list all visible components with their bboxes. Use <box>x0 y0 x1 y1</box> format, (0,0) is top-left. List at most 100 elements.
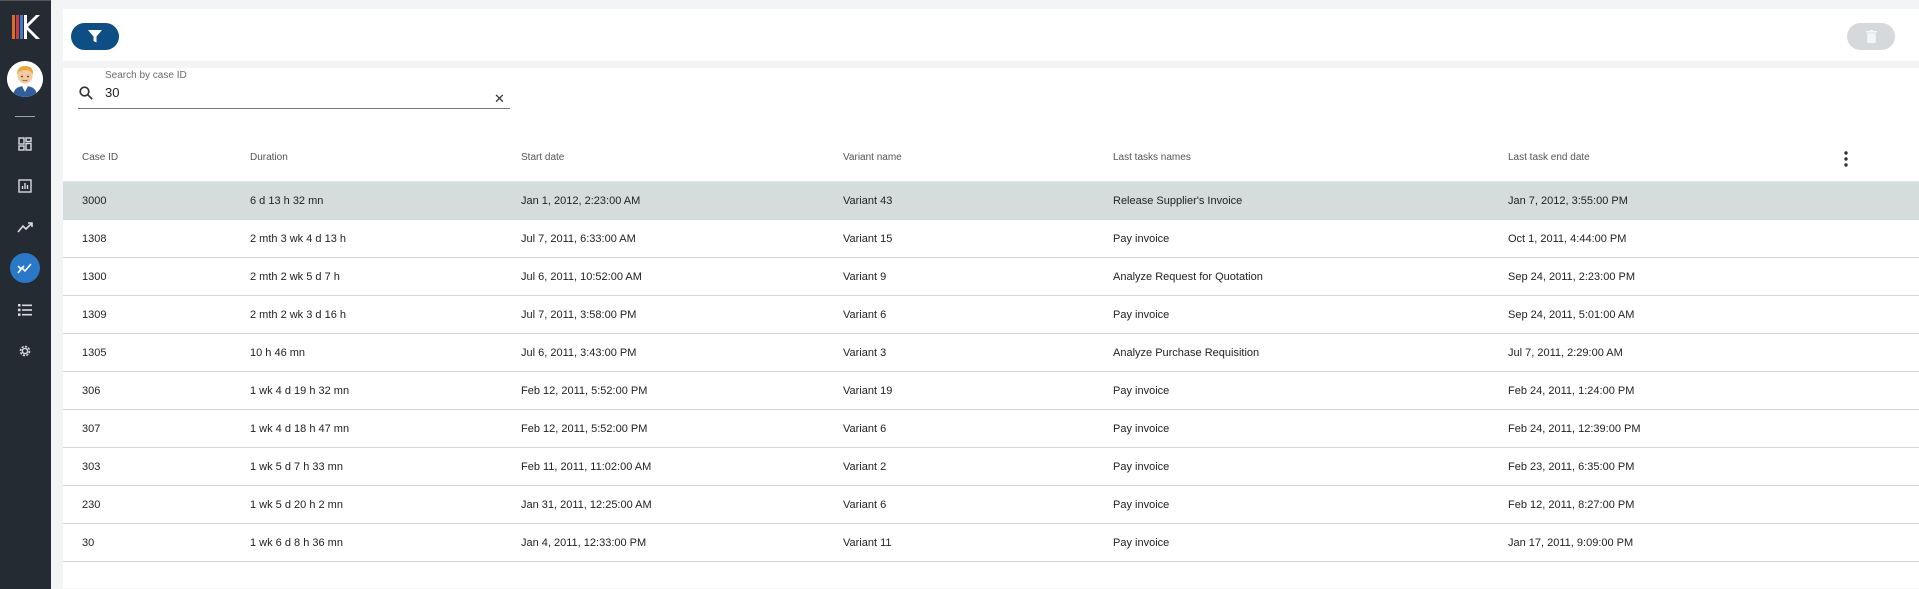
app-logo[interactable] <box>12 13 40 41</box>
cases-panel: Search by case ID ✕ Case ID Duration Sta… <box>63 68 1919 588</box>
cell-last-task-name: Pay invoice <box>1113 309 1170 321</box>
search-icon <box>79 86 93 105</box>
column-header-variant-name[interactable]: Variant name <box>843 152 902 163</box>
cell-duration: 1 wk 4 d 19 h 32 mn <box>250 385 350 397</box>
cell-duration: 1 wk 4 d 18 h 47 mn <box>250 423 350 435</box>
cell-start-date: Jul 7, 2011, 6:33:00 AM <box>521 233 636 245</box>
filter-icon <box>88 30 102 43</box>
cell-last-task-end-date: Sep 24, 2011, 2:23:00 PM <box>1508 271 1635 283</box>
search-underline <box>78 108 510 109</box>
table-row[interactable]: 30 1 wk 6 d 8 h 36 mn Jan 4, 2011, 12:33:0… <box>63 524 1919 562</box>
cell-last-task-end-date: Jul 7, 2011, 2:29:00 AM <box>1508 347 1623 359</box>
cell-case-id: 307 <box>82 423 101 435</box>
table-row[interactable]: 1300 2 mth 2 wk 5 d 7 h Jul 6, 2011, 10:52… <box>63 258 1919 296</box>
table-body: 3000 6 d 13 h 32 mn Jan 1, 2012, 2:23:00 A… <box>63 182 1919 562</box>
cell-case-id: 30 <box>82 537 95 549</box>
list-icon[interactable] <box>10 295 40 325</box>
table-header: Case ID Duration Start date Variant name… <box>63 138 1919 182</box>
cell-duration: 6 d 13 h 32 mn <box>250 195 324 207</box>
cell-start-date: Feb 11, 2011, 11:02:00 AM <box>521 461 652 473</box>
cell-variant-name: Variant 43 <box>843 195 893 207</box>
filter-button[interactable] <box>71 23 119 50</box>
cell-variant-name: Variant 9 <box>843 271 887 283</box>
cell-duration: 1 wk 5 d 20 h 2 mn <box>250 499 343 511</box>
column-header-case-id[interactable]: Case ID <box>82 152 118 163</box>
sidebar-divider <box>15 116 35 117</box>
main-area: Search by case ID ✕ Case ID Duration Sta… <box>51 0 1919 588</box>
column-header-last-tasks-names[interactable]: Last tasks names <box>1113 152 1191 163</box>
search-input[interactable] <box>105 85 445 100</box>
cell-variant-name: Variant 11 <box>843 537 892 549</box>
cell-variant-name: Variant 6 <box>843 499 887 511</box>
cell-start-date: Jul 7, 2011, 3:58:00 PM <box>521 309 637 321</box>
table-row[interactable]: 3000 6 d 13 h 32 mn Jan 1, 2012, 2:23:00 A… <box>63 182 1919 220</box>
cell-duration: 2 mth 2 wk 5 d 7 h <box>250 271 340 283</box>
cell-last-task-end-date: Feb 24, 2011, 1:24:00 PM <box>1508 385 1635 397</box>
table-row[interactable]: 1309 2 mth 2 wk 3 d 16 h Jul 7, 2011, 3:58… <box>63 296 1919 334</box>
cell-variant-name: Variant 6 <box>843 423 887 435</box>
cell-start-date: Jul 6, 2011, 10:52:00 AM <box>521 271 642 283</box>
sidebar <box>0 0 51 589</box>
table-row[interactable]: 1305 10 h 46 mn Jul 6, 2011, 3:43:00 PM Var… <box>63 334 1919 372</box>
cell-last-task-end-date: Jan 7, 2012, 3:55:00 PM <box>1508 195 1628 207</box>
cell-case-id: 1309 <box>82 309 107 321</box>
table-row[interactable]: 306 1 wk 4 d 19 h 32 mn Feb 12, 2011, 5:52… <box>63 372 1919 410</box>
cell-duration: 1 wk 6 d 8 h 36 mn <box>250 537 343 549</box>
table-row[interactable]: 307 1 wk 4 d 18 h 47 mn Feb 12, 2011, 5:52… <box>63 410 1919 448</box>
clear-search-icon[interactable]: ✕ <box>494 92 505 105</box>
process-map-icon[interactable] <box>10 253 40 283</box>
cell-start-date: Jul 6, 2011, 3:43:00 PM <box>521 347 637 359</box>
search-label: Search by case ID <box>105 70 187 81</box>
cell-last-task-name: Pay invoice <box>1113 499 1170 511</box>
cell-case-id: 230 <box>82 499 101 511</box>
cell-duration: 10 h 46 mn <box>250 347 306 359</box>
user-avatar[interactable] <box>7 61 43 97</box>
cell-duration: 1 wk 5 d 7 h 33 mn <box>250 461 343 473</box>
cell-last-task-end-date: Feb 23, 2011, 6:35:00 PM <box>1508 461 1635 473</box>
column-header-duration[interactable]: Duration <box>250 152 288 163</box>
table-row[interactable]: 1308 2 mth 3 wk 4 d 13 h Jul 7, 2011, 6:33… <box>63 220 1919 258</box>
dashboard-icon[interactable] <box>10 129 40 159</box>
column-header-last-task-end-date[interactable]: Last task end date <box>1508 152 1590 163</box>
cell-last-task-name: Analyze Purchase Requisition <box>1113 347 1260 359</box>
cell-last-task-name: Pay invoice <box>1113 537 1170 549</box>
cell-case-id: 306 <box>82 385 101 397</box>
table-row[interactable]: 303 1 wk 5 d 7 h 33 mn Feb 11, 2011, 11:02… <box>63 448 1919 486</box>
toolbar <box>63 9 1919 61</box>
cell-variant-name: Variant 6 <box>843 309 887 321</box>
cell-last-task-end-date: Feb 24, 2011, 12:39:00 PM <box>1508 423 1641 435</box>
cell-case-id: 1305 <box>82 347 107 359</box>
cases-table: Case ID Duration Start date Variant name… <box>63 138 1919 562</box>
cell-last-task-name: Pay invoice <box>1113 233 1170 245</box>
more-options-icon[interactable] <box>1841 150 1851 168</box>
report-icon[interactable] <box>10 171 40 201</box>
cell-last-task-end-date: Sep 24, 2011, 5:01:00 AM <box>1508 309 1635 321</box>
cell-start-date: Jan 4, 2011, 12:33:00 PM <box>521 537 647 549</box>
cell-duration: 2 mth 2 wk 3 d 16 h <box>250 309 346 321</box>
cell-variant-name: Variant 19 <box>843 385 893 397</box>
cell-case-id: 303 <box>82 461 101 473</box>
table-row[interactable]: 230 1 wk 5 d 20 h 2 mn Jan 31, 2011, 12:25… <box>63 486 1919 524</box>
cell-last-task-name: Analyze Request for Quotation <box>1113 271 1263 283</box>
cell-last-task-name: Pay invoice <box>1113 423 1170 435</box>
cell-variant-name: Variant 15 <box>843 233 893 245</box>
cell-start-date: Feb 12, 2011, 5:52:00 PM <box>521 423 648 435</box>
cell-variant-name: Variant 3 <box>843 347 887 359</box>
cell-case-id: 3000 <box>82 195 107 207</box>
cell-duration: 2 mth 3 wk 4 d 13 h <box>250 233 346 245</box>
cell-last-task-end-date: Oct 1, 2011, 4:44:00 PM <box>1508 233 1627 245</box>
cell-case-id: 1300 <box>82 271 107 283</box>
trend-icon[interactable] <box>10 212 40 242</box>
cell-case-id: 1308 <box>82 233 107 245</box>
cell-last-task-end-date: Jan 17, 2011, 9:09:00 PM <box>1508 537 1634 549</box>
cell-start-date: Feb 12, 2011, 5:52:00 PM <box>521 385 648 397</box>
column-header-start-date[interactable]: Start date <box>521 152 564 163</box>
delete-button[interactable] <box>1847 23 1895 50</box>
cell-last-task-name: Release Supplier's Invoice <box>1113 195 1243 207</box>
trash-icon <box>1865 30 1877 43</box>
cell-last-task-name: Pay invoice <box>1113 385 1170 397</box>
settings-icon[interactable] <box>10 336 40 366</box>
cell-start-date: Jan 31, 2011, 12:25:00 AM <box>521 499 652 511</box>
cell-last-task-end-date: Feb 12, 2011, 8:27:00 PM <box>1508 499 1635 511</box>
cell-variant-name: Variant 2 <box>843 461 887 473</box>
